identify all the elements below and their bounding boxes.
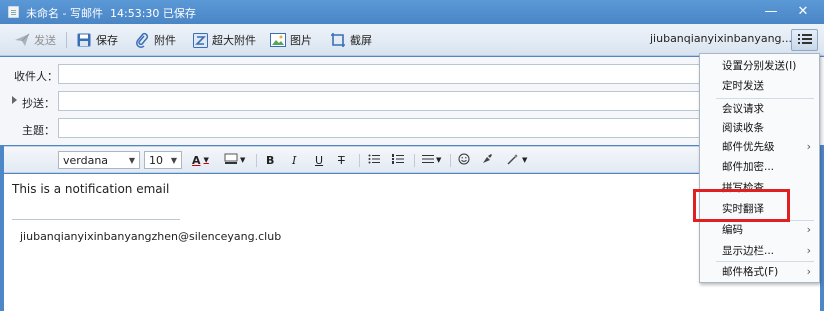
menu-item-separate-send[interactable]: 设置分别发送(I) (700, 56, 819, 76)
screenshot-label: 截屏 (350, 34, 372, 47)
save-button[interactable]: 保存 (76, 30, 118, 50)
menu-item-encoding[interactable]: 编码 › (700, 220, 819, 240)
highlight-color-button[interactable]: ▼ (224, 152, 245, 168)
annotation-highlight-box (693, 189, 790, 222)
bullet-list-button[interactable] (368, 152, 380, 168)
emoji-button[interactable] (458, 152, 470, 168)
paperclip-icon (134, 32, 150, 48)
chevron-down-icon: ▼ (170, 156, 177, 165)
big-attach-button[interactable]: 超大附件 (192, 30, 256, 50)
size-value: 10 (149, 154, 163, 167)
bold-button[interactable]: B (266, 152, 274, 168)
body-text: This is a notification email (12, 182, 170, 196)
format-brush-button[interactable] (481, 152, 493, 168)
close-button[interactable]: ✕ (792, 3, 814, 21)
cc-input[interactable] (58, 91, 718, 111)
screenshot-icon (330, 32, 346, 48)
brush-icon (481, 153, 493, 168)
align-button[interactable]: ▼ (422, 152, 441, 168)
menu-item-sidebar[interactable]: 显示边栏... › (700, 241, 819, 261)
subject-input[interactable] (58, 118, 718, 138)
send-button[interactable]: 发送 (14, 30, 56, 50)
cc-label: 抄送： (22, 97, 55, 110)
menu-item-encrypt[interactable]: 邮件加密... (700, 157, 819, 177)
image-icon (270, 32, 286, 48)
image-button[interactable]: 图片 (270, 30, 312, 50)
save-label: 保存 (96, 34, 118, 47)
font-value: verdana (63, 154, 109, 167)
signature-divider (12, 219, 180, 220)
bullet-list-icon (368, 154, 380, 167)
menu-item-priority[interactable]: 邮件优先级 › (700, 137, 819, 157)
numbered-list-icon (392, 153, 404, 167)
menu-item-read-receipt[interactable]: 阅读收条 (700, 118, 819, 138)
expand-arrow-icon[interactable] (12, 96, 17, 104)
highlight-icon (224, 153, 238, 168)
account-selector[interactable]: jiubanqianyixinbanyang... ⌄ (650, 32, 805, 45)
chevron-right-icon: › (806, 244, 811, 257)
subject-label: 主题： (22, 124, 55, 137)
send-label: 发送 (34, 34, 56, 47)
emoji-icon (458, 153, 470, 168)
screenshot-button[interactable]: 截屏 (330, 30, 372, 50)
font-color-button[interactable]: A ▼ (192, 152, 209, 168)
more-options-menu: 设置分别发送(I) 定时发送 会议请求 阅读收条 邮件优先级 › 邮件加密... … (699, 53, 820, 283)
underline-button[interactable]: U (315, 152, 323, 168)
chevron-right-icon: › (806, 265, 811, 278)
numbered-list-button[interactable] (392, 152, 404, 168)
signature-text: jiubanqianyixinbanyangzhen@silenceyang.c… (20, 230, 282, 243)
menu-item-mail-format[interactable]: 邮件格式(F) › (700, 262, 819, 282)
chevron-right-icon: › (806, 223, 811, 236)
chevron-right-icon: › (806, 140, 811, 153)
attach-button[interactable]: 附件 (134, 30, 176, 50)
window-title: 未命名 - 写邮件 (26, 7, 103, 20)
big-attach-icon (192, 32, 208, 48)
magic-wand-icon (507, 153, 520, 168)
chevron-down-icon: ▼ (128, 156, 135, 165)
saved-status: 14:53:30 已保存 (110, 7, 196, 20)
to-input[interactable] (58, 64, 718, 84)
size-select[interactable]: 10 ▼ (144, 151, 182, 169)
title-bar: 未命名 - 写邮件 14:53:30 已保存 — ✕ (0, 0, 824, 24)
format-toolbar: verdana ▼ 10 ▼ A ▼ ▼ B I U T ▼ ▼ (4, 146, 820, 173)
align-icon (422, 154, 434, 167)
strikethrough-button[interactable]: T (338, 152, 345, 168)
app-icon (8, 6, 19, 18)
toolbar: 发送 保存 附件 超大附件 图片 截屏 jiubanqianyixinbanya… (0, 24, 824, 56)
minimize-button[interactable]: — (760, 3, 782, 21)
more-menu-button[interactable] (791, 29, 818, 51)
magic-button[interactable]: ▼ (507, 152, 527, 168)
save-icon (76, 32, 92, 48)
big-attach-label: 超大附件 (212, 34, 256, 47)
attach-label: 附件 (154, 34, 176, 47)
font-select[interactable]: verdana ▼ (58, 151, 140, 169)
to-label: 收件人： (14, 70, 58, 83)
image-label: 图片 (290, 34, 312, 47)
menu-item-meeting-request[interactable]: 会议请求 (700, 99, 819, 119)
italic-button[interactable]: I (292, 152, 296, 168)
menu-item-scheduled-send[interactable]: 定时发送 (700, 76, 819, 96)
send-icon (14, 32, 30, 48)
list-menu-icon (797, 33, 812, 48)
